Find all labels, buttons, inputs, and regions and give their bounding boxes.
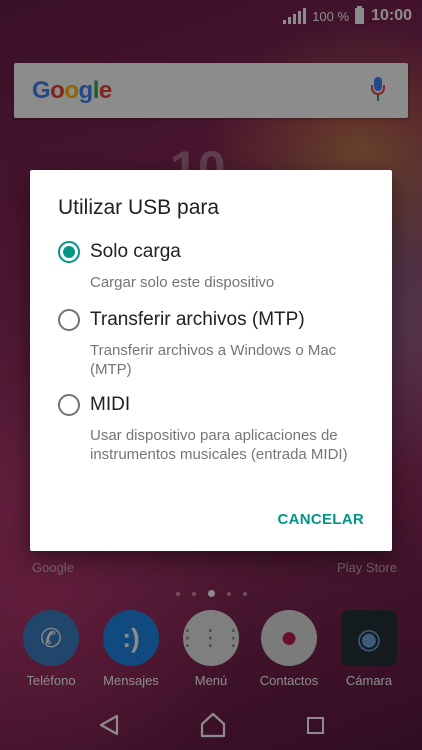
option-description: Cargar solo este dispositivo xyxy=(90,274,275,291)
usb-mode-dialog: Utilizar USB para Solo carga Cargar solo… xyxy=(30,170,392,551)
option-charge-only[interactable]: Solo carga Cargar solo este dispositivo xyxy=(58,240,364,292)
option-description: Usar dispositivo para aplicaciones de in… xyxy=(90,427,348,463)
option-midi[interactable]: MIDI Usar dispositivo para aplicaciones … xyxy=(58,393,364,464)
option-description: Transferir archivos a Windows o Mac (MTP… xyxy=(90,342,337,378)
radio-unselected-icon[interactable] xyxy=(58,309,80,331)
cancel-button[interactable]: CANCELAR xyxy=(277,511,364,528)
option-title: Transferir archivos (MTP) xyxy=(90,309,305,330)
option-file-transfer-mtp[interactable]: Transferir archivos (MTP) Transferir arc… xyxy=(58,308,364,379)
radio-unselected-icon[interactable] xyxy=(58,394,80,416)
radio-selected-icon[interactable] xyxy=(58,241,80,263)
option-title: Solo carga xyxy=(90,241,181,262)
dialog-actions: CANCELAR xyxy=(277,511,364,529)
dialog-title: Utilizar USB para xyxy=(58,196,220,219)
option-title: MIDI xyxy=(90,394,131,415)
